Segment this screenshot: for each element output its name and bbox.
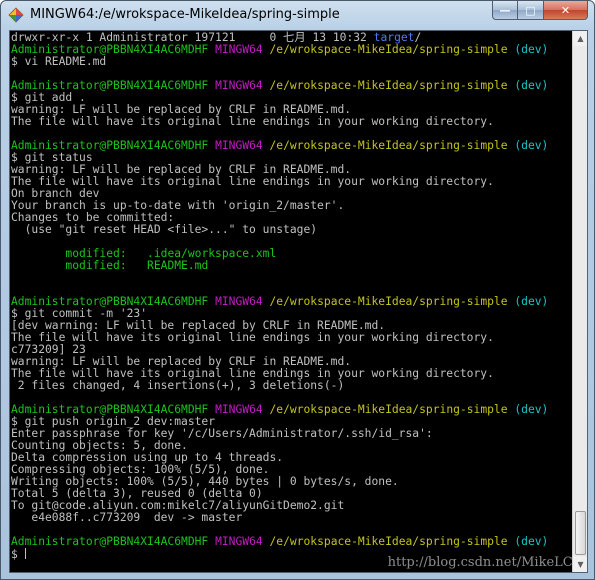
- scrollbar-thumb[interactable]: [575, 511, 586, 555]
- terminal-line: 2 files changed, 4 insertions(+), 3 dele…: [11, 380, 573, 392]
- terminal-text: MINGW64: [215, 535, 263, 548]
- minimize-icon: —: [499, 3, 511, 17]
- terminal-line: modified: README.md: [11, 260, 573, 272]
- terminal-text: (dev): [514, 403, 549, 416]
- terminal-text: The file will have its original line end…: [11, 115, 494, 128]
- mingw-diamond-icon: [8, 7, 24, 23]
- terminal-line: $ vi README.md: [11, 56, 573, 68]
- terminal-window: MINGW64:/e/wrokspace-MikeIdea/spring-sim…: [0, 0, 595, 580]
- terminal-text: MINGW64: [215, 295, 263, 308]
- terminal-text: Administrator@PBBN4XI4AC6MDHF: [11, 535, 209, 548]
- terminal-text: MINGW64: [215, 79, 263, 92]
- minimize-button[interactable]: —: [492, 1, 518, 20]
- vertical-scrollbar[interactable]: ▲ ▼: [572, 31, 587, 572]
- terminal-text: (dev): [514, 535, 549, 548]
- terminal-text: $: [11, 548, 25, 561]
- terminal-line: The file will have its original line end…: [11, 116, 573, 128]
- terminal-line: Administrator@PBBN4XI4AC6MDHF MINGW64 /e…: [11, 140, 573, 152]
- terminal-text: /e/wrokspace-MikeIdea/spring-simple: [269, 295, 508, 308]
- terminal-text: /e/wrokspace-MikeIdea/spring-simple: [269, 139, 508, 152]
- close-button[interactable]: ✕: [544, 1, 588, 20]
- terminal-line: Administrator@PBBN4XI4AC6MDHF MINGW64 /e…: [11, 536, 573, 548]
- terminal-line: e4e088f..c773209 dev -> master: [11, 512, 573, 524]
- text-cursor: [24, 548, 26, 559]
- terminal-text: (dev): [514, 139, 549, 152]
- scroll-up-button[interactable]: ▲: [573, 31, 587, 46]
- terminal-text: $ vi README.md: [11, 55, 107, 68]
- window-title: MINGW64:/e/wrokspace-MikeIdea/spring-sim…: [30, 7, 340, 22]
- close-icon: ✕: [560, 3, 571, 17]
- terminal-output[interactable]: drwxr-xr-x 1 Administrator 197121 0 七月 1…: [10, 31, 573, 572]
- terminal-text: (dev): [514, 79, 549, 92]
- arrow-up-icon: ▲: [577, 34, 584, 43]
- terminal-line: Administrator@PBBN4XI4AC6MDHF MINGW64 /e…: [11, 80, 573, 92]
- terminal-text: MINGW64: [215, 43, 263, 56]
- title-bar[interactable]: MINGW64:/e/wrokspace-MikeIdea/spring-sim…: [1, 1, 594, 29]
- watermark: http://blog.csdn.net/MikeLC7: [387, 555, 581, 570]
- terminal-text: /e/wrokspace-MikeIdea/spring-simple: [269, 79, 508, 92]
- maximize-icon: □: [525, 3, 536, 17]
- terminal-text: 2 files changed, 4 insertions(+), 3 dele…: [11, 379, 345, 392]
- terminal-text: /e/wrokspace-MikeIdea/spring-simple: [269, 403, 508, 416]
- terminal-text: e4e088f..c773209 dev -> master: [11, 511, 243, 524]
- terminal-text: MINGW64: [215, 139, 263, 152]
- maximize-button[interactable]: □: [518, 1, 544, 20]
- terminal-text: (dev): [514, 295, 549, 308]
- terminal-text: modified: README.md: [65, 259, 209, 272]
- terminal-text: /e/wrokspace-MikeIdea/spring-simple: [269, 535, 508, 548]
- terminal-area[interactable]: drwxr-xr-x 1 Administrator 197121 0 七月 1…: [9, 30, 588, 573]
- terminal-text: /e/wrokspace-MikeIdea/spring-simple: [269, 43, 508, 56]
- terminal-text: MINGW64: [215, 403, 263, 416]
- terminal-text: (use "git reset HEAD <file>..." to unsta…: [11, 223, 318, 236]
- terminal-line: The file will have its original line end…: [11, 332, 573, 344]
- terminal-line: (use "git reset HEAD <file>..." to unsta…: [11, 224, 573, 236]
- terminal-text: (dev): [514, 43, 549, 56]
- window-controls: — □ ✕: [492, 1, 588, 21]
